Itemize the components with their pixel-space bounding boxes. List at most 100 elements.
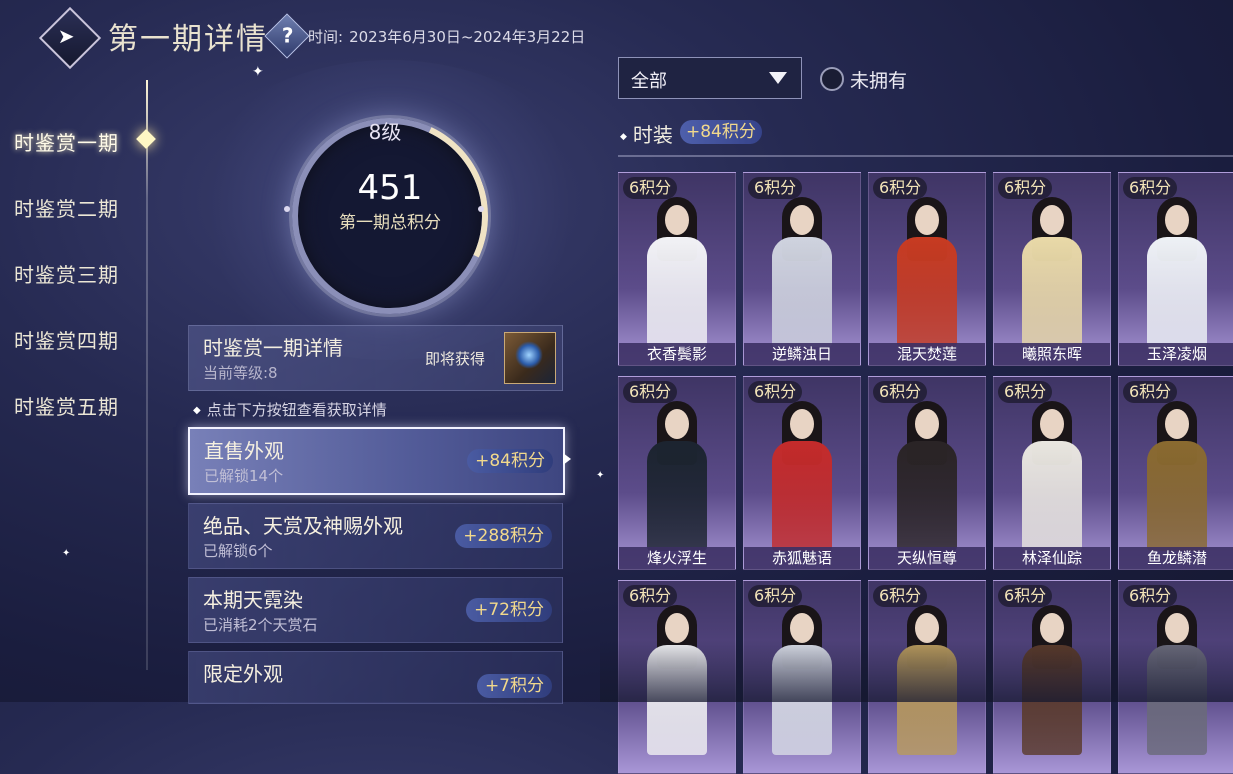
outfit-points-badge: 6积分 bbox=[623, 177, 678, 199]
nav-item-period-5[interactable]: 时鉴赏五期 bbox=[0, 374, 150, 440]
outfit-points-badge: 6积分 bbox=[998, 585, 1053, 607]
reward-glow-icon bbox=[515, 341, 543, 369]
category-points-badge: +72积分 bbox=[466, 598, 552, 622]
outfit-figure-image bbox=[647, 191, 707, 347]
outfit-card[interactable]: 6积分 鱼龙鳞潜 bbox=[1118, 376, 1233, 570]
nav-item-period-1[interactable]: 时鉴赏一期 bbox=[0, 110, 150, 176]
outfit-points-badge: 6积分 bbox=[1123, 381, 1178, 403]
outfit-card[interactable]: 6积分 林泽仙踪 bbox=[993, 376, 1111, 570]
category-title: 本期天霓染 bbox=[203, 588, 303, 612]
outfit-card[interactable]: 6积分玉泽凌烟 bbox=[1118, 172, 1233, 366]
category-sub: 已解锁14个 bbox=[204, 467, 284, 485]
figure-head bbox=[665, 409, 689, 439]
nav-item-period-4[interactable]: 时鉴赏四期 bbox=[0, 308, 150, 374]
outfit-card[interactable]: 6积分 混天焚莲 bbox=[868, 172, 986, 366]
outfit-card[interactable]: 6积分赤狐魅语 bbox=[743, 376, 861, 570]
total-score: 451 bbox=[357, 168, 423, 208]
outfit-card[interactable]: 6积分 曦照东晖 bbox=[993, 172, 1111, 366]
nav-item-period-3[interactable]: 时鉴赏三期 bbox=[0, 242, 150, 308]
outfit-points-badge: 6积分 bbox=[748, 177, 803, 199]
sparkle-icon: ✦ bbox=[596, 470, 605, 481]
figure-body bbox=[1147, 237, 1207, 347]
category-points-badge: +84积分 bbox=[467, 449, 553, 473]
outfit-name: 烽火浮生 bbox=[619, 547, 735, 569]
time-label: 时间: bbox=[308, 28, 344, 46]
back-arrow-icon: ➤ bbox=[57, 23, 75, 48]
outfit-card[interactable]: 6积分逆鳞浊日 bbox=[743, 172, 861, 366]
period-nav: 时鉴赏一期 时鉴赏二期 时鉴赏三期 时鉴赏四期 时鉴赏五期 bbox=[0, 110, 150, 440]
section-divider bbox=[618, 155, 1233, 157]
outfit-points-badge: 6积分 bbox=[623, 585, 678, 607]
figure-head bbox=[790, 205, 814, 235]
outfit-name: 曦照东晖 bbox=[994, 343, 1110, 365]
category-button-premium[interactable]: 绝品、天赏及神赐外观 已解锁6个 +288积分 bbox=[188, 503, 563, 569]
figure-head bbox=[790, 613, 814, 643]
period-detail-card[interactable]: 时鉴赏一期详情 当前等级:8 即将获得 bbox=[188, 325, 563, 391]
sparkle-icon: ✦ bbox=[252, 64, 264, 80]
outfit-card[interactable]: 6积分烽火浮生 bbox=[618, 376, 736, 570]
figure-body bbox=[1147, 441, 1207, 551]
current-level: 当前等级:8 bbox=[203, 364, 278, 382]
category-title: 限定外观 bbox=[203, 662, 283, 686]
not-owned-radio[interactable] bbox=[820, 67, 844, 91]
outfit-figure-image bbox=[772, 395, 832, 551]
figure-head bbox=[915, 205, 939, 235]
total-score-label: 第一期总积分 bbox=[339, 213, 441, 233]
outfit-figure-image bbox=[1022, 395, 1082, 551]
filter-dropdown[interactable]: 全部 bbox=[618, 57, 802, 99]
category-sub: 已解锁6个 bbox=[203, 542, 273, 560]
figure-head bbox=[790, 409, 814, 439]
category-sub: 已消耗2个天赏石 bbox=[203, 616, 318, 634]
figure-head bbox=[1165, 205, 1189, 235]
figure-body bbox=[772, 441, 832, 551]
figure-head bbox=[915, 613, 939, 643]
category-title: 绝品、天赏及神赐外观 bbox=[203, 514, 403, 538]
category-button-dye[interactable]: 本期天霓染 已消耗2个天赏石 +72积分 bbox=[188, 577, 563, 643]
outfit-points-badge: 6积分 bbox=[1123, 177, 1178, 199]
outfit-card[interactable]: 6积分 衣香鬓影 bbox=[618, 172, 736, 366]
time-range: 时间: 2023年6月30日~2024年3月22日 bbox=[308, 26, 585, 47]
section-title: 时装 bbox=[620, 119, 673, 148]
outfit-name: 玉泽凌烟 bbox=[1119, 343, 1233, 365]
category-points-badge: +7积分 bbox=[476, 674, 552, 698]
time-value: 2023年6月30日~2024年3月22日 bbox=[349, 28, 586, 46]
figure-body bbox=[772, 237, 832, 347]
figure-body bbox=[1022, 441, 1082, 551]
category-button-limited[interactable]: 限定外观 +7积分 bbox=[188, 651, 563, 704]
coming-reward-thumbnail[interactable] bbox=[504, 332, 556, 384]
back-button[interactable]: ➤ bbox=[38, 6, 102, 70]
outfit-points-badge: 6积分 bbox=[873, 381, 928, 403]
chevron-down-icon bbox=[769, 72, 787, 84]
filter-selected-value: 全部 bbox=[631, 71, 667, 92]
page-title: 第一期详情 bbox=[108, 22, 268, 57]
outfit-points-badge: 6积分 bbox=[748, 381, 803, 403]
figure-body bbox=[1022, 237, 1082, 347]
active-arrow-icon bbox=[563, 453, 571, 465]
outfit-figure-image bbox=[1022, 191, 1082, 347]
outfit-name: 林泽仙踪 bbox=[994, 547, 1110, 569]
outfit-figure-image bbox=[647, 395, 707, 551]
outfit-name: 逆鳞浊日 bbox=[744, 343, 860, 365]
outfit-points-badge: 6积分 bbox=[873, 585, 928, 607]
outfit-name: 赤狐魅语 bbox=[744, 547, 860, 569]
nav-item-period-2[interactable]: 时鉴赏二期 bbox=[0, 176, 150, 242]
outfit-points-badge: 6积分 bbox=[623, 381, 678, 403]
level-label: 8级 bbox=[368, 120, 402, 144]
category-points-badge: +288积分 bbox=[455, 524, 552, 548]
figure-head bbox=[1040, 205, 1064, 235]
outfit-card[interactable]: 6积分天纵恒尊 bbox=[868, 376, 986, 570]
outfit-points-badge: 6积分 bbox=[748, 585, 803, 607]
detail-title: 时鉴赏一期详情 bbox=[203, 336, 343, 360]
category-title: 直售外观 bbox=[204, 439, 284, 463]
figure-body bbox=[897, 237, 957, 347]
section-points-badge: +84积分 bbox=[680, 120, 762, 144]
figure-body bbox=[897, 441, 957, 551]
not-owned-label[interactable]: 未拥有 bbox=[850, 66, 907, 93]
question-icon: ? bbox=[281, 23, 294, 48]
figure-head bbox=[1165, 409, 1189, 439]
figure-body bbox=[647, 441, 707, 551]
outfit-name: 天纵恒尊 bbox=[869, 547, 985, 569]
help-button[interactable]: ? bbox=[264, 13, 310, 59]
category-button-direct-sale[interactable]: 直售外观 已解锁14个 +84积分 bbox=[188, 427, 565, 495]
outfit-figure-image bbox=[772, 191, 832, 347]
